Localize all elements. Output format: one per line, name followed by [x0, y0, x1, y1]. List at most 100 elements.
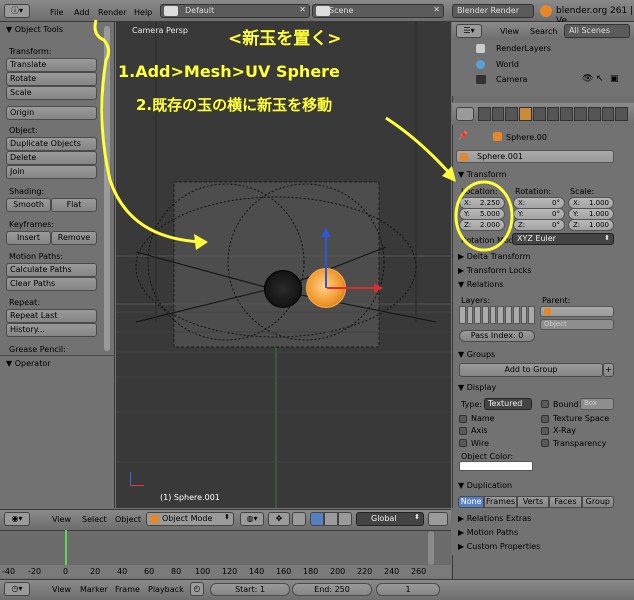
- orientation-select[interactable]: Global ⬍: [356, 512, 424, 526]
- bound-checkbox[interactable]: [541, 400, 549, 408]
- data-tab-icon[interactable]: [560, 107, 574, 121]
- duplicate-objects-button[interactable]: Duplicate Objects: [6, 137, 97, 151]
- render-tab-icon[interactable]: [478, 107, 491, 121]
- end-frame-field[interactable]: End: 250: [292, 583, 372, 596]
- menu-render[interactable]: Render: [98, 8, 126, 17]
- layer-cell[interactable]: [466, 306, 474, 324]
- insert-keyframe-button[interactable]: Insert: [6, 231, 51, 245]
- constraints-tab-icon[interactable]: [532, 107, 546, 121]
- scene-close-icon[interactable]: ✕: [433, 5, 440, 14]
- location-z-field[interactable]: Z: 2.000: [459, 219, 505, 231]
- material-tab-icon[interactable]: [574, 107, 587, 121]
- menu-add[interactable]: Add: [74, 8, 90, 17]
- physics-tab-icon[interactable]: [615, 107, 629, 121]
- pin-icon[interactable]: 📌: [458, 131, 468, 140]
- repeat-last-button[interactable]: Repeat Last: [6, 309, 97, 323]
- timeline-scrollbar[interactable]: [428, 531, 434, 565]
- timeline-marker-menu[interactable]: Marker: [80, 585, 108, 594]
- timeline-editor-icon[interactable]: ◷▾: [4, 582, 30, 596]
- display-panel-title[interactable]: ▼ Display: [458, 383, 496, 392]
- dup-faces-tab[interactable]: Faces: [549, 496, 582, 508]
- duplication-panel-title[interactable]: ▼ Duplication: [458, 481, 512, 490]
- translate-manipulator-icon[interactable]: [310, 512, 324, 526]
- name-checkbox[interactable]: [459, 415, 467, 423]
- layer-cell[interactable]: [474, 306, 482, 324]
- outliner-search-menu[interactable]: Search: [530, 27, 557, 36]
- motion-paths-title[interactable]: ▶ Motion Paths: [458, 528, 518, 537]
- manipulator-toggle[interactable]: [292, 512, 306, 526]
- layer-cell[interactable]: [528, 306, 535, 324]
- smooth-button[interactable]: Smooth: [6, 198, 51, 212]
- scale-z-field[interactable]: Z: 1.000: [568, 219, 614, 231]
- layer-cell[interactable]: [512, 306, 520, 324]
- groups-panel-title[interactable]: ▼ Groups: [458, 350, 495, 359]
- transform-locks-panel-title[interactable]: ▶ Transform Locks: [458, 266, 531, 275]
- parent-type-select[interactable]: Object: [540, 319, 614, 330]
- layers-grid[interactable]: [459, 306, 535, 324]
- eye-icon[interactable]: 👁: [582, 74, 593, 84]
- wire-checkbox[interactable]: [459, 439, 467, 447]
- axis-checkbox[interactable]: [459, 427, 467, 435]
- transparency-checkbox[interactable]: [541, 439, 549, 447]
- outliner-row-camera[interactable]: Camera 👁 ↖ ▣: [456, 74, 626, 86]
- x-axis-arrow-icon[interactable]: [327, 287, 377, 289]
- flat-button[interactable]: Flat: [51, 198, 97, 212]
- add-to-group-button[interactable]: Add to Group: [459, 363, 603, 377]
- add-group-plus-button[interactable]: +: [603, 363, 614, 377]
- history-button[interactable]: History...: [6, 323, 97, 337]
- texture-tab-icon[interactable]: [587, 107, 601, 121]
- layer-cell[interactable]: [505, 306, 512, 324]
- display-type-select[interactable]: Textured: [484, 398, 532, 410]
- delta-transform-panel-title[interactable]: ▶ Delta Transform: [458, 252, 530, 261]
- particles-tab-icon[interactable]: [601, 107, 615, 121]
- mode-select[interactable]: Object Mode ⬍: [146, 512, 234, 526]
- z-axis-arrow-icon[interactable]: [325, 234, 327, 288]
- menu-help[interactable]: Help: [134, 8, 152, 17]
- rotate-button[interactable]: Rotate: [6, 72, 97, 86]
- parent-field[interactable]: [540, 306, 614, 317]
- outliner-editor-icon[interactable]: ☰▾: [456, 24, 482, 38]
- outliner-row-world[interactable]: World: [456, 59, 626, 71]
- rotation-z-field[interactable]: Z: 0°: [513, 219, 565, 231]
- viewport-select-menu[interactable]: Select: [82, 515, 107, 524]
- start-frame-field[interactable]: Start: 1: [210, 583, 290, 596]
- object-tab-icon[interactable]: [519, 107, 532, 121]
- transform-panel-title[interactable]: ▼ Transform: [458, 170, 507, 179]
- object-color-swatch[interactable]: [459, 461, 533, 471]
- remove-keyframe-button[interactable]: Remove: [51, 231, 97, 245]
- world-tab-icon[interactable]: [505, 107, 519, 121]
- tool-shelf-scrollbar[interactable]: [104, 26, 110, 351]
- preview-range-toggle[interactable]: ◴: [190, 582, 204, 596]
- info-editor-type-icon[interactable]: ⓘ▾: [4, 4, 30, 18]
- shading-select[interactable]: ◍▾: [240, 512, 264, 526]
- render-engine-selector[interactable]: Blender Render: [452, 4, 534, 18]
- layer-cell[interactable]: [459, 306, 466, 324]
- layer-cell[interactable]: [489, 306, 497, 324]
- texture-space-checkbox[interactable]: [541, 415, 549, 423]
- properties-editor-icon[interactable]: [456, 107, 474, 121]
- scene-selector[interactable]: Scene ✕: [312, 4, 444, 18]
- timeline-playback-menu[interactable]: Playback: [148, 585, 184, 594]
- layout-selector[interactable]: Default ✕: [160, 4, 310, 18]
- unselected-sphere[interactable]: [264, 270, 302, 308]
- scale-manipulator-icon[interactable]: [338, 512, 352, 526]
- properties-context-tabs[interactable]: [478, 107, 629, 121]
- relations-extras-title[interactable]: ▶ Relations Extras: [458, 514, 531, 523]
- modifiers-tab-icon[interactable]: [546, 107, 560, 121]
- scale-button[interactable]: Scale: [6, 86, 97, 100]
- delete-button[interactable]: Delete: [6, 151, 97, 165]
- join-button[interactable]: Join: [6, 165, 97, 179]
- layer-cell[interactable]: [497, 306, 505, 324]
- relations-panel-title[interactable]: ▼ Relations: [458, 280, 503, 289]
- timeline-frame-menu[interactable]: Frame: [115, 585, 140, 594]
- cursor-icon[interactable]: ↖: [596, 74, 604, 84]
- rotation-mode-select[interactable]: XYZ Euler ⬍: [512, 233, 614, 245]
- layer-buttons[interactable]: [428, 512, 448, 526]
- layout-close-icon[interactable]: ✕: [299, 5, 306, 14]
- origin-button[interactable]: Origin: [6, 106, 97, 120]
- outliner-view-menu[interactable]: View: [500, 27, 519, 36]
- translate-button[interactable]: Translate: [6, 58, 97, 72]
- outliner-display-mode[interactable]: All Scenes: [564, 24, 630, 38]
- dup-frames-tab[interactable]: Frames: [484, 496, 517, 508]
- layer-cell[interactable]: [482, 306, 489, 324]
